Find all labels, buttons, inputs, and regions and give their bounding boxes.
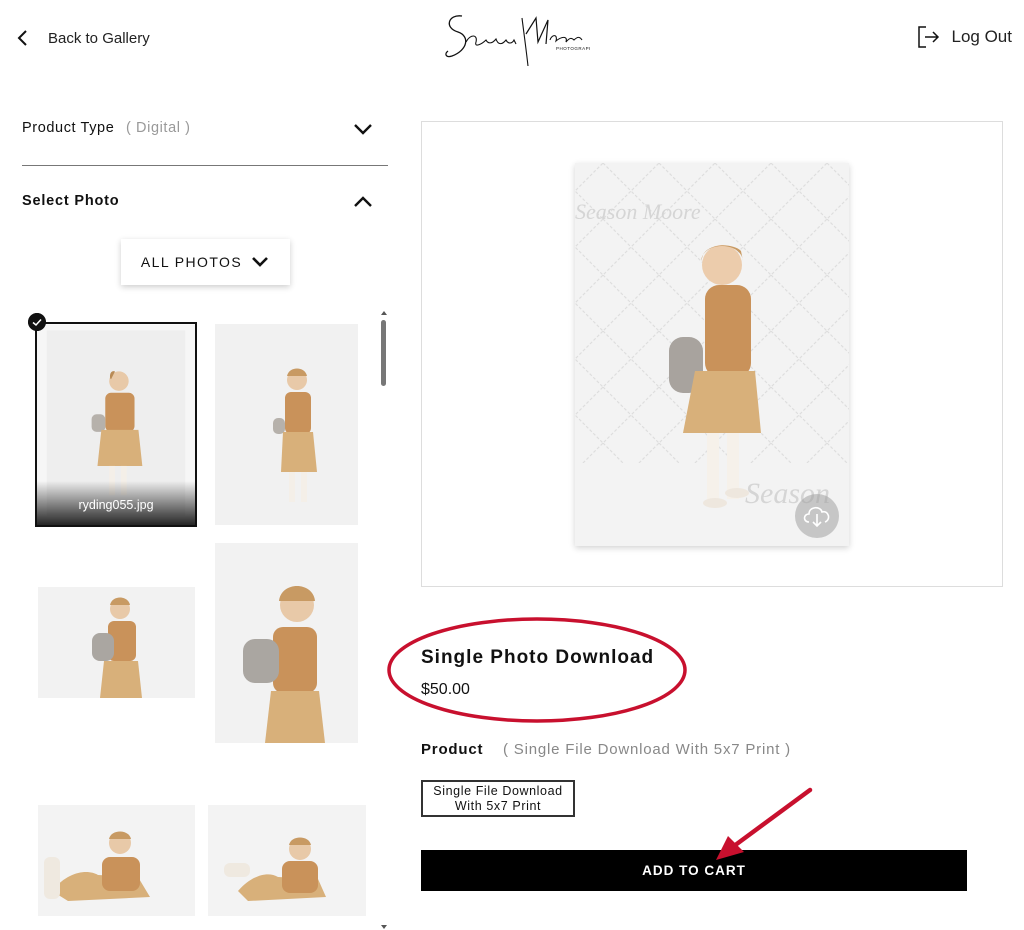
thumbnail-caption: ryding055.jpg bbox=[37, 481, 195, 525]
product-row: Product ( Single File Download With 5x7 … bbox=[421, 741, 790, 759]
cloud-download-icon bbox=[803, 506, 830, 528]
product-label: Product bbox=[421, 741, 484, 758]
photo-thumbnail[interactable] bbox=[215, 543, 358, 743]
chevron-down-icon bbox=[252, 257, 268, 267]
logout-label: Log Out bbox=[951, 27, 1013, 46]
photo-thumbnail[interactable] bbox=[38, 587, 195, 698]
photo-thumbnail[interactable] bbox=[208, 805, 366, 916]
photo-thumbnail[interactable] bbox=[215, 324, 358, 525]
brand-logo: PHOTOGRAPHY bbox=[445, 15, 590, 67]
select-photo-title: Select Photo bbox=[22, 193, 120, 209]
svg-text:Season Moore: Season Moore bbox=[575, 199, 701, 224]
arrow-annotation bbox=[716, 787, 813, 860]
scroll-down-arrow[interactable] bbox=[381, 924, 387, 930]
chevron-down-icon[interactable] bbox=[352, 120, 374, 138]
scrollbar-thumb[interactable] bbox=[381, 320, 386, 386]
photo-thumbnail[interactable] bbox=[38, 805, 195, 916]
logout-link[interactable]: Log Out bbox=[916, 24, 1013, 50]
photo-image bbox=[215, 324, 358, 525]
product-value: ( Single File Download With 5x7 Print ) bbox=[503, 741, 791, 758]
photo-image bbox=[38, 587, 195, 698]
all-photos-label: ALL PHOTOS bbox=[140, 254, 243, 270]
preview-image: Season Moore Season bbox=[575, 163, 849, 546]
svg-text:PHOTOGRAPHY: PHOTOGRAPHY bbox=[556, 46, 590, 51]
highlight-annotation bbox=[387, 617, 687, 723]
check-icon bbox=[28, 313, 46, 331]
product-type-title: Product Type bbox=[22, 120, 115, 136]
download-button[interactable] bbox=[795, 494, 839, 538]
all-photos-dropdown[interactable]: ALL PHOTOS bbox=[121, 239, 290, 285]
photo-thumbnail-selected[interactable]: ryding055.jpg bbox=[35, 322, 197, 527]
chevron-up-icon[interactable] bbox=[352, 193, 374, 211]
back-to-gallery-link[interactable]: Back to Gallery bbox=[14, 26, 150, 50]
photo-image bbox=[215, 543, 358, 743]
product-option-chip[interactable]: Single File Download With 5x7 Print bbox=[421, 780, 575, 817]
logout-icon bbox=[917, 26, 939, 48]
photo-image bbox=[208, 805, 366, 916]
product-type-accordion[interactable]: Product Type ( Digital ) bbox=[22, 110, 388, 166]
scroll-up-arrow[interactable] bbox=[381, 310, 387, 316]
add-to-cart-button[interactable]: ADD TO CART bbox=[421, 850, 967, 891]
back-label: Back to Gallery bbox=[48, 29, 150, 47]
select-photo-accordion[interactable]: Select Photo bbox=[22, 190, 388, 220]
preview-photo: Season Moore Season bbox=[575, 163, 849, 546]
photo-image bbox=[38, 805, 195, 916]
product-type-value: ( Digital ) bbox=[126, 120, 191, 136]
chevron-left-icon bbox=[17, 30, 27, 46]
